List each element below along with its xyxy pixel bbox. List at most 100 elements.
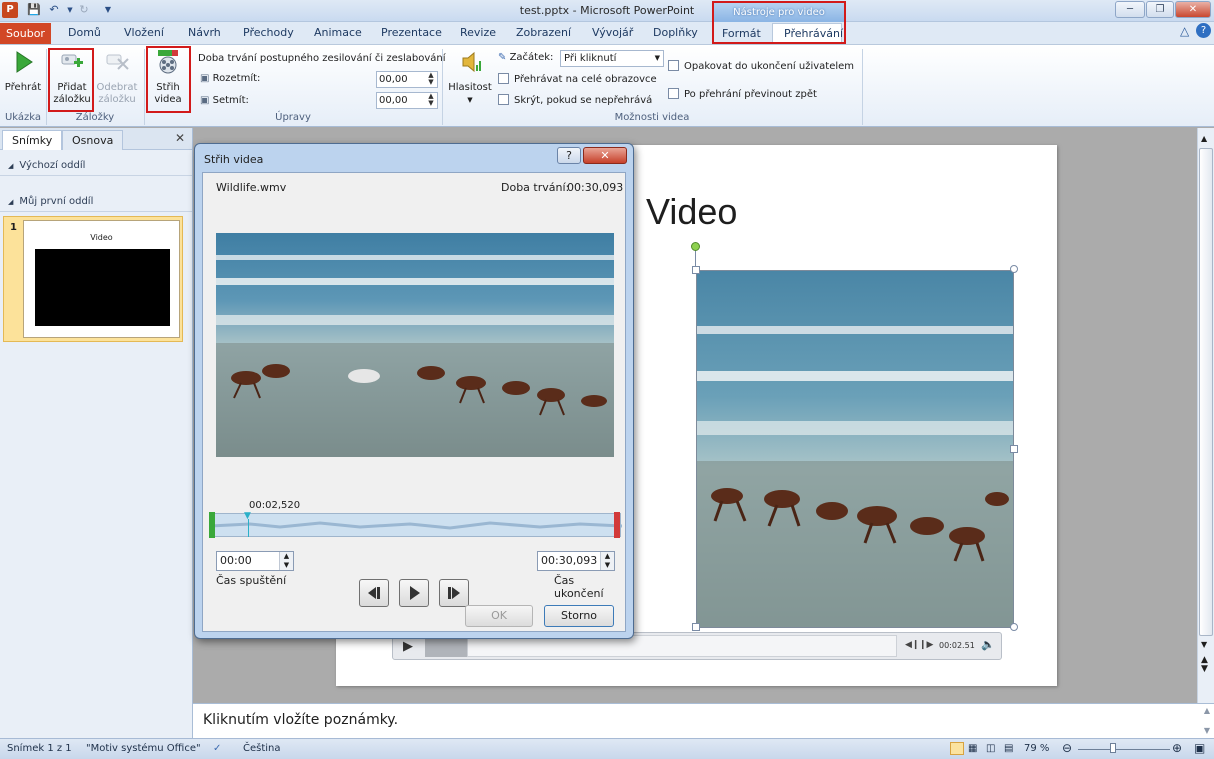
maximize-icon[interactable]: ❐ bbox=[1146, 1, 1174, 18]
highlight-box bbox=[48, 48, 94, 112]
play-icon[interactable]: ▶ bbox=[403, 639, 413, 654]
hide-checkbox[interactable]: Skrýt, pokud se nepřehrává bbox=[498, 94, 652, 106]
trim-end-handle[interactable] bbox=[614, 512, 620, 538]
volume-button[interactable]: Hlasitost ▼ bbox=[448, 49, 492, 106]
tab-home[interactable]: Domů bbox=[68, 26, 101, 39]
tab-transitions[interactable]: Přechody bbox=[243, 26, 294, 39]
slide-thumbnail[interactable]: 1 Video bbox=[3, 216, 183, 342]
close-panel-icon[interactable]: ✕ bbox=[175, 131, 185, 145]
ok-button[interactable]: OK bbox=[465, 605, 533, 627]
group-preview-label: Ukázka bbox=[4, 112, 42, 123]
volume-icon[interactable]: 🔈 bbox=[981, 638, 995, 651]
help-icon[interactable]: ? bbox=[1196, 23, 1211, 38]
end-time-label: Čas ukončení bbox=[554, 574, 604, 600]
rotate-handle[interactable] bbox=[691, 242, 700, 251]
spin-arrows-icon[interactable]: ▲ ▼ bbox=[426, 72, 436, 86]
tab-outline[interactable]: Osnova bbox=[62, 130, 124, 150]
scroll-up-icon[interactable]: ▲ bbox=[1201, 134, 1207, 143]
play-button[interactable]: Přehrát bbox=[4, 49, 42, 94]
zoom-in-icon[interactable]: ⊕ bbox=[1172, 741, 1182, 755]
remove-bookmark-button[interactable]: Odebrat záložku bbox=[96, 49, 138, 106]
ribbon-tabs: Soubor Domů Vložení Návrh Přechody Anima… bbox=[0, 22, 1214, 44]
video-tools-context: Nástroje pro video bbox=[712, 1, 846, 44]
tab-slides[interactable]: Snímky bbox=[2, 130, 63, 150]
spin-arrows-icon[interactable]: ▲ ▼ bbox=[279, 552, 293, 570]
tab-design[interactable]: Návrh bbox=[188, 26, 221, 39]
tab-slideshow[interactable]: Prezentace bbox=[381, 26, 442, 39]
tab-review[interactable]: Revize bbox=[460, 26, 496, 39]
fade-in-input[interactable]: 00,00 ▲ ▼ bbox=[376, 71, 438, 88]
group-video-options-label: Možnosti videa bbox=[614, 112, 690, 123]
checkbox-icon bbox=[668, 88, 679, 99]
spin-arrows-icon[interactable]: ▲ ▼ bbox=[426, 93, 436, 107]
tab-view[interactable]: Zobrazení bbox=[516, 26, 571, 39]
dialog-title: Střih videa bbox=[204, 153, 264, 166]
slide-title[interactable]: Video bbox=[646, 191, 737, 233]
scroll-thumb[interactable] bbox=[1199, 148, 1213, 636]
notes-scroll-up-icon[interactable]: ▲ bbox=[1204, 706, 1210, 715]
start-time-input[interactable]: 00:00 ▲ ▼ bbox=[216, 551, 294, 571]
reading-view-icon[interactable]: ◫ bbox=[986, 743, 995, 754]
spell-check-icon[interactable]: ✓ bbox=[213, 743, 221, 754]
spin-arrows-icon[interactable]: ▲ ▼ bbox=[600, 552, 614, 570]
zoom-slider[interactable] bbox=[1078, 749, 1170, 750]
resize-handle[interactable] bbox=[692, 623, 700, 631]
scroll-down-icon[interactable]: ▼ bbox=[1201, 640, 1207, 649]
notes-placeholder[interactable]: Kliknutím vložíte poznámky. bbox=[203, 712, 398, 728]
trim-start-handle[interactable] bbox=[209, 512, 215, 538]
slide-sorter-icon[interactable]: ▦ bbox=[968, 743, 977, 754]
next-frame-button[interactable] bbox=[439, 579, 469, 607]
vertical-scrollbar[interactable]: ▲ ▼ ▲ ▼ bbox=[1197, 128, 1214, 703]
normal-view-icon[interactable] bbox=[950, 742, 964, 755]
fade-out-row: ▣ Setmít: bbox=[200, 95, 249, 106]
slide-video[interactable] bbox=[696, 270, 1014, 628]
fade-in-label: Rozetmít: bbox=[212, 73, 261, 84]
section-default[interactable]: ◢ Výchozí oddíl bbox=[0, 156, 192, 176]
tab-animations[interactable]: Animace bbox=[314, 26, 362, 39]
minimize-ribbon-icon[interactable]: △ bbox=[1180, 24, 1189, 38]
resize-handle[interactable] bbox=[1010, 265, 1018, 273]
resize-handle[interactable] bbox=[1010, 623, 1018, 631]
help-button[interactable]: ? bbox=[557, 147, 581, 164]
start-time-label: Čas spuštění bbox=[216, 574, 287, 587]
prev-frame-icon[interactable]: ◀❙ bbox=[905, 640, 919, 650]
notes-pane[interactable]: Kliknutím vložíte poznámky. ▲ ▼ bbox=[193, 703, 1214, 738]
theme-name[interactable]: "Motiv systému Office" bbox=[86, 743, 201, 754]
fit-window-icon[interactable]: ▣ bbox=[1194, 741, 1205, 755]
tab-addins[interactable]: Doplňky bbox=[653, 26, 698, 39]
zoom-thumb[interactable] bbox=[1110, 743, 1116, 753]
duration-value: 00:30,093 bbox=[567, 181, 624, 194]
fade-out-icon: ▣ bbox=[200, 95, 210, 106]
fade-out-input[interactable]: 00,00 ▲ ▼ bbox=[376, 92, 438, 109]
tab-file[interactable]: Soubor bbox=[0, 23, 51, 44]
section-mine[interactable]: ◢ Můj první oddíl bbox=[0, 192, 192, 212]
play-preview-button[interactable] bbox=[399, 579, 429, 607]
notes-scroll-down-icon[interactable]: ▼ bbox=[1204, 726, 1210, 735]
zoom-out-icon[interactable]: ⊖ bbox=[1062, 741, 1072, 755]
trim-timeline[interactable] bbox=[209, 513, 623, 537]
dialog-close-icon[interactable]: ✕ bbox=[583, 147, 627, 164]
prev-slide-icon[interactable]: ▲ ▼ bbox=[1201, 656, 1208, 674]
minimize-icon[interactable]: ─ bbox=[1115, 1, 1145, 18]
loop-checkbox[interactable]: Opakovat do ukončení uživatelem bbox=[668, 60, 854, 72]
tab-insert[interactable]: Vložení bbox=[124, 26, 164, 39]
tab-developer[interactable]: Vývojář bbox=[592, 26, 633, 39]
start-select[interactable]: Při kliknutí ▼ bbox=[560, 50, 664, 67]
resize-handle[interactable] bbox=[692, 266, 700, 274]
cancel-button[interactable]: Storno bbox=[544, 605, 614, 627]
end-time-input[interactable]: 00:30,093 ▲ ▼ bbox=[537, 551, 615, 571]
chevron-down-icon: ▼ bbox=[654, 54, 660, 62]
fullscreen-checkbox[interactable]: Přehrávat na celé obrazovce bbox=[498, 73, 657, 85]
window-title: test.pptx - Microsoft PowerPoint bbox=[519, 4, 695, 17]
checkbox-icon bbox=[498, 73, 509, 84]
resize-handle[interactable] bbox=[1010, 445, 1018, 453]
zoom-level[interactable]: 79 % bbox=[1024, 743, 1049, 754]
next-frame-icon[interactable]: ❙▶ bbox=[919, 640, 933, 650]
slideshow-icon[interactable]: ▤ bbox=[1004, 743, 1013, 754]
previous-frame-button[interactable] bbox=[359, 579, 389, 607]
rewind-checkbox[interactable]: Po přehrání převinout zpět bbox=[668, 88, 817, 100]
close-icon[interactable]: ✕ bbox=[1175, 1, 1211, 18]
hide-label: Skrýt, pokud se nepřehrává bbox=[514, 95, 653, 106]
marker-time: 00:02,520 bbox=[249, 500, 301, 511]
language[interactable]: Čeština bbox=[243, 743, 281, 754]
